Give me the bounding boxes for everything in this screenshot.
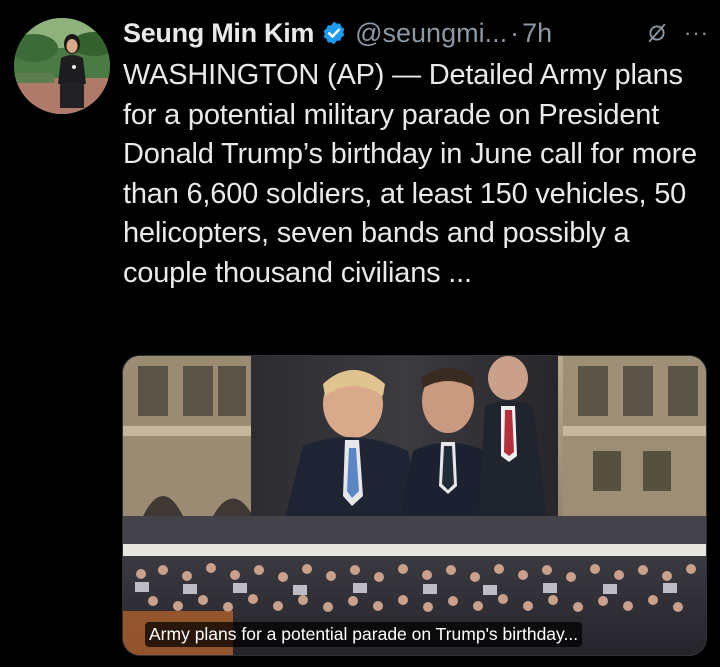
- meta-separator: ·: [510, 17, 520, 48]
- header-actions: ···: [646, 22, 709, 44]
- avatar-photo: [14, 18, 110, 114]
- grok-icon[interactable]: [646, 22, 668, 44]
- tweet-header: Seung Min Kim @seungmi... · 7h ···: [123, 14, 709, 52]
- more-icon[interactable]: ···: [684, 22, 709, 44]
- timestamp[interactable]: 7h: [522, 18, 552, 49]
- author-name[interactable]: Seung Min Kim: [123, 18, 314, 49]
- author-avatar[interactable]: [14, 18, 110, 114]
- link-card-image: [123, 356, 706, 655]
- link-card-caption: Army plans for a potential parade on Tru…: [145, 622, 583, 647]
- verified-badge-icon: [323, 21, 345, 45]
- tweet[interactable]: Seung Min Kim @seungmi... · 7h ··· WASHI…: [0, 0, 720, 667]
- link-card[interactable]: Army plans for a potential parade on Tru…: [122, 355, 707, 656]
- tweet-text: WASHINGTON (AP) — Detailed Army plans fo…: [123, 59, 697, 289]
- author-handle[interactable]: @seungmi...: [355, 18, 507, 49]
